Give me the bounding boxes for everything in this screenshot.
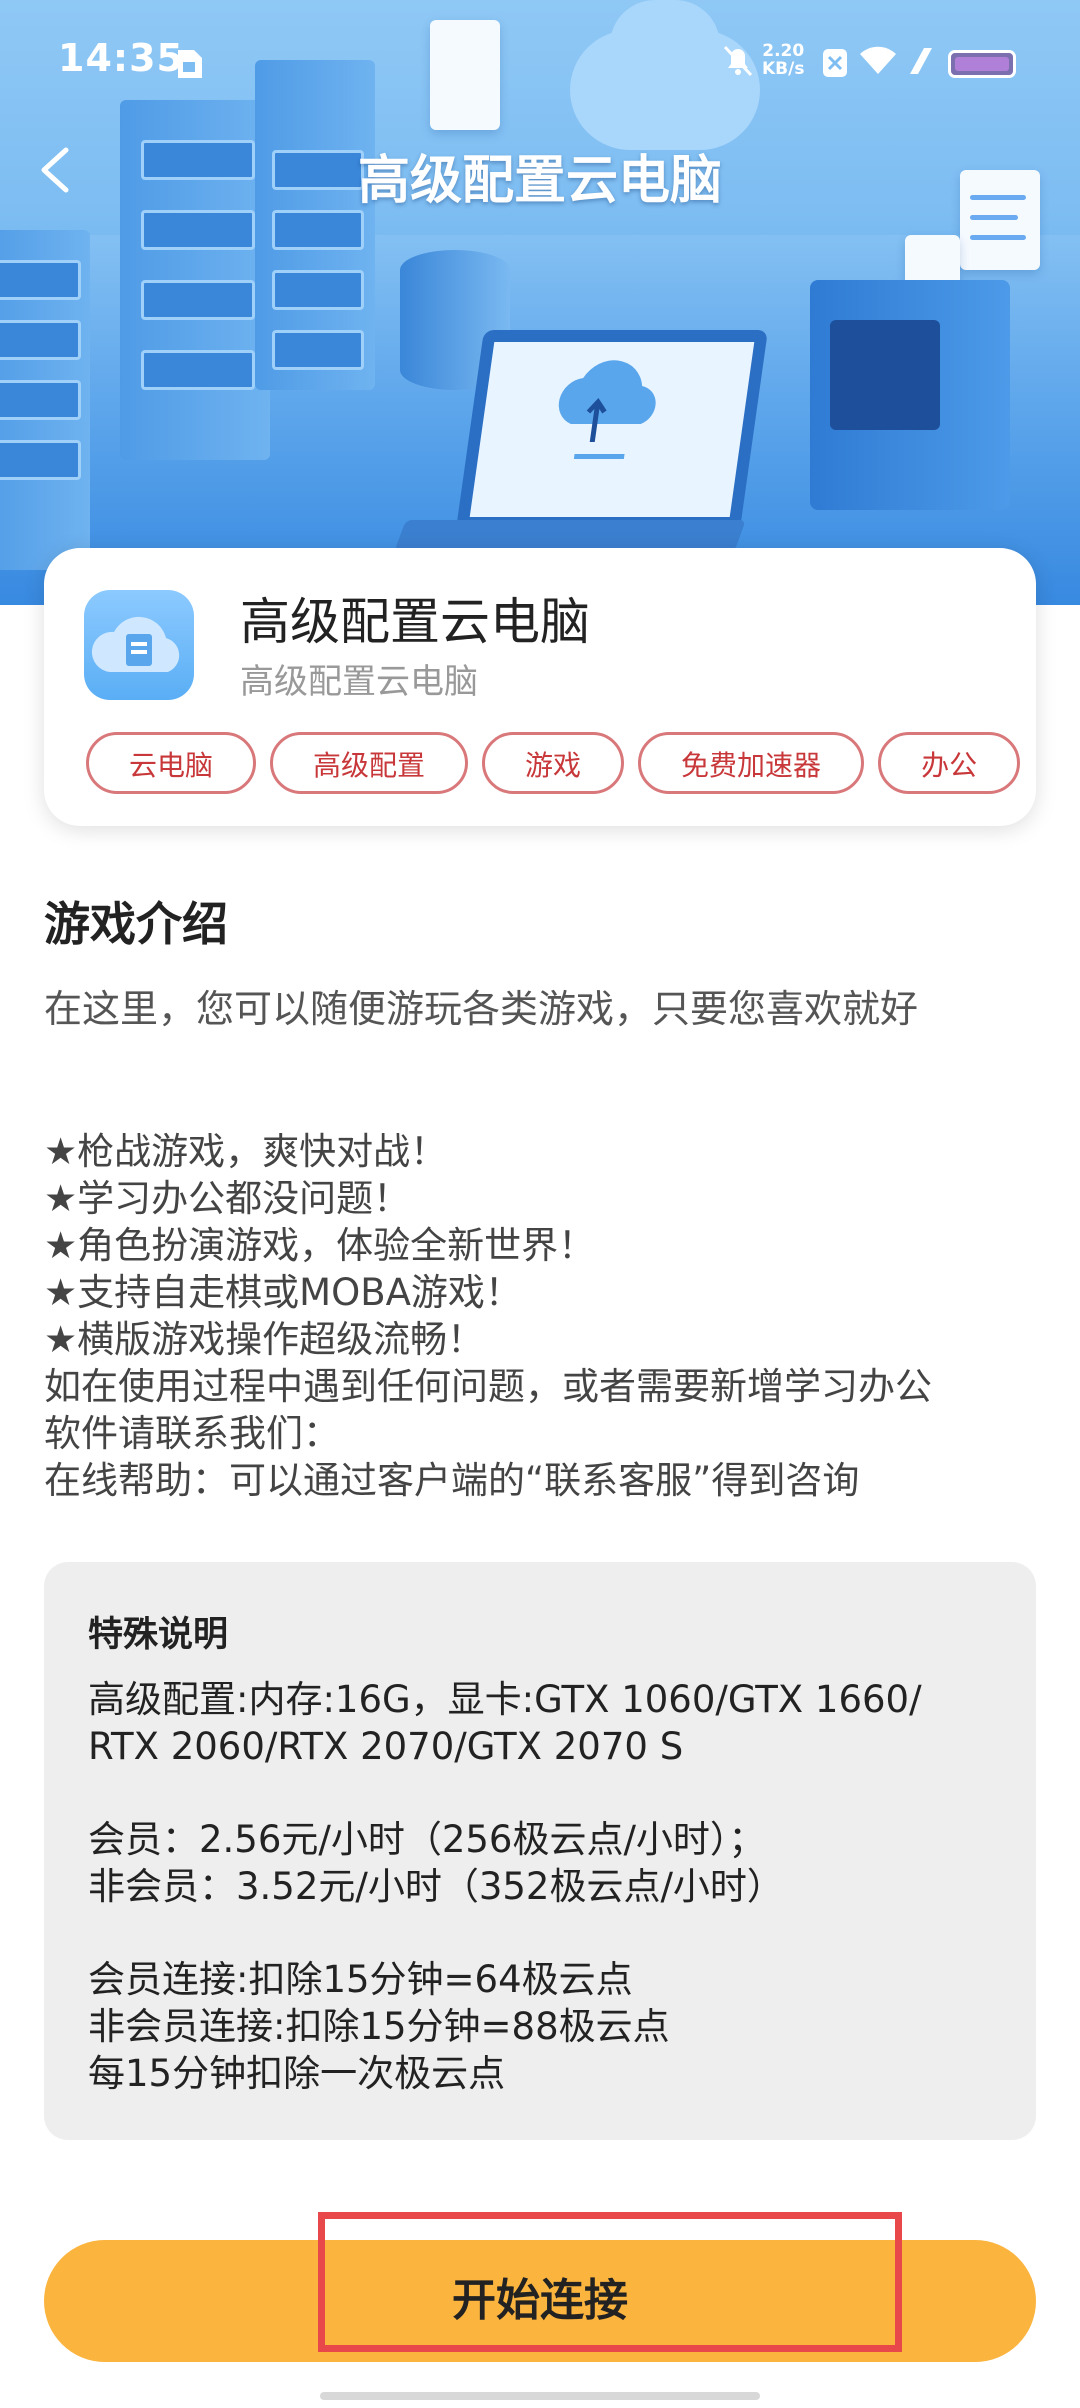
home-indicator[interactable]	[320, 2392, 760, 2400]
special-notes-body: 高级配置:内存:16G，显卡:GTX 1060/GTX 1660/ RTX 20…	[88, 1676, 1018, 2097]
battery-icon	[948, 50, 1016, 78]
tag-chip[interactable]: 高级配置	[270, 732, 469, 794]
intro-lead-text: 在这里，您可以随便游玩各类游戏，只要您喜欢就好	[44, 987, 919, 1031]
hero-banner: 14:35 2.20 KB/s 高级配置云电脑	[0, 0, 1080, 605]
deduct-rule: 每15分钟扣除一次极云点	[88, 2052, 506, 2095]
help-line: 在线帮助：可以通过客户端的“联系客服”得到咨询	[44, 1459, 860, 1502]
network-speed-unit: KB/s	[762, 59, 805, 79]
help-line: 如在使用过程中遇到任何问题，或者需要新增学习办公	[44, 1365, 932, 1408]
highlight-box	[318, 2212, 902, 2352]
nonmember-price: 非会员：3.52元/小时（352极云点/小时）	[88, 1865, 784, 1908]
lightning-icon	[906, 46, 936, 80]
tag-list: 云电脑 高级配置 游戏 免费加速器 办公	[86, 732, 1036, 802]
help-line: 软件请联系我们：	[44, 1412, 340, 1455]
laptop-illustration	[456, 330, 768, 529]
special-notes-title: 特殊说明	[88, 1615, 229, 1655]
feature-list: ★枪战游戏，爽快对战！ ★学习办公都没问题！ ★角色扮演游戏，体验全新世界！ ★…	[44, 1128, 1044, 1504]
special-notes-box: 特殊说明 高级配置:内存:16G，显卡:GTX 1060/GTX 1660/ R…	[44, 1562, 1036, 2140]
tag-chip[interactable]: 免费加速器	[638, 732, 865, 794]
app-name: 高级配置云电脑	[240, 593, 590, 651]
feature-line: ★学习办公都没问题！	[44, 1177, 411, 1220]
config-line: 高级配置:内存:16G，显卡:GTX 1060/GTX 1660/	[88, 1678, 922, 1721]
app-info-card: 高级配置云电脑 高级配置云电脑 云电脑 高级配置 游戏 免费加速器 办公	[44, 548, 1036, 826]
config-line: RTX 2060/RTX 2070/GTX 2070 S	[88, 1725, 684, 1768]
section-title-game-intro: 游戏介绍	[44, 897, 228, 951]
app-subtitle: 高级配置云电脑	[240, 662, 478, 702]
server-rack-illustration	[0, 230, 90, 570]
mute-bell-icon	[722, 44, 754, 82]
feature-line: ★横版游戏操作超级流畅！	[44, 1318, 485, 1361]
server-rack-illustration	[810, 280, 1010, 510]
app-notification-icon	[822, 48, 848, 82]
cloud-pc-app-icon	[84, 590, 194, 700]
wifi-icon	[858, 44, 898, 80]
tag-chip[interactable]: 游戏	[482, 732, 625, 794]
page-title: 高级配置云电脑	[357, 151, 722, 211]
nonmember-connect-cost: 非会员连接:扣除15分钟=88极云点	[88, 2005, 670, 2048]
sim-card-icon	[174, 48, 204, 84]
status-bar: 14:35 2.20 KB/s	[0, 0, 1080, 120]
tag-chip[interactable]: 云电脑	[86, 732, 257, 794]
member-connect-cost: 会员连接:扣除15分钟=64极云点	[88, 1958, 633, 2001]
feature-line: ★枪战游戏，爽快对战！	[44, 1130, 448, 1173]
network-speed: 2.20 KB/s	[762, 42, 804, 78]
status-time: 14:35	[58, 36, 184, 80]
feature-line: ★角色扮演游戏，体验全新世界！	[44, 1224, 596, 1267]
tag-chip[interactable]: 办公	[878, 732, 1021, 794]
member-price: 会员：2.56元/小时（256极云点/小时）；	[88, 1818, 766, 1861]
network-speed-value: 2.20	[762, 41, 805, 61]
feature-line: ★支持自走棋或MOBA游戏！	[44, 1271, 522, 1314]
